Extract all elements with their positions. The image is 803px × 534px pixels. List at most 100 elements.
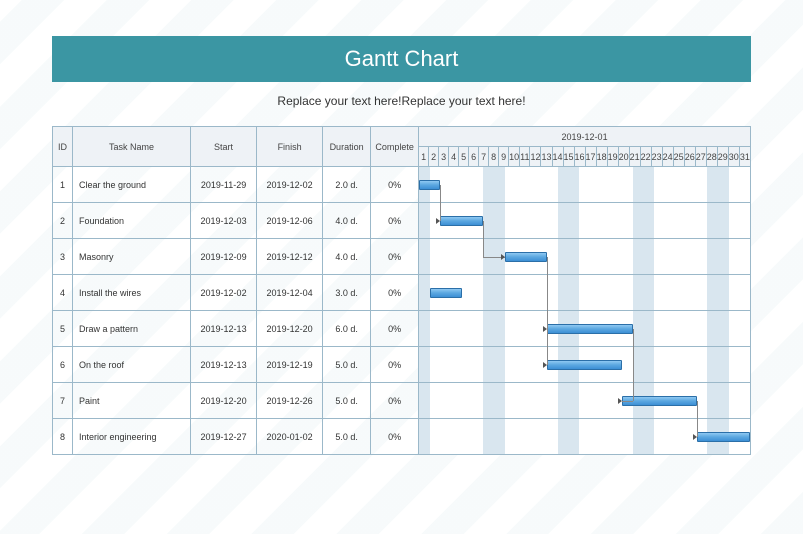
weekend-shade	[483, 383, 494, 418]
weekend-shade	[558, 203, 569, 238]
cell-start: 2019-12-27	[191, 419, 257, 455]
weekend-shade	[633, 419, 644, 454]
dependency-line	[697, 401, 698, 437]
dependency-arrow-icon	[543, 362, 547, 368]
table-row: 5Draw a pattern2019-12-132019-12-206.0 d…	[53, 311, 751, 347]
weekend-shade	[494, 275, 505, 310]
gantt-bar[interactable]	[440, 216, 483, 226]
timeline-cell	[419, 203, 751, 239]
timeline-cell	[419, 383, 751, 419]
day-header: 6	[469, 147, 479, 167]
day-header: 1	[419, 147, 429, 167]
weekend-shade	[633, 203, 644, 238]
cell-complete: 0%	[371, 419, 419, 455]
cell-complete: 0%	[371, 383, 419, 419]
dependency-line	[440, 185, 441, 221]
day-header: 3	[439, 147, 449, 167]
weekend-shade	[718, 239, 729, 274]
cell-start: 2019-11-29	[191, 167, 257, 203]
weekend-shade	[419, 239, 430, 274]
cell-finish: 2019-12-06	[257, 203, 323, 239]
weekend-shade	[643, 239, 654, 274]
cell-id: 5	[53, 311, 73, 347]
weekend-shade	[558, 419, 569, 454]
weekend-shade	[643, 347, 654, 382]
col-header-start: Start	[191, 127, 257, 167]
weekend-shade	[419, 275, 430, 310]
col-header-complete: Complete	[371, 127, 419, 167]
timeline-inner	[419, 203, 750, 238]
weekend-shade	[483, 347, 494, 382]
timeline-inner	[419, 167, 750, 202]
day-header: 20	[618, 147, 629, 167]
dependency-arrow-icon	[436, 218, 440, 224]
day-header: 27	[695, 147, 706, 167]
day-header: 17	[585, 147, 596, 167]
day-header: 29	[717, 147, 728, 167]
cell-duration: 5.0 d.	[323, 347, 371, 383]
weekend-shade	[643, 311, 654, 346]
day-header: 10	[509, 147, 520, 167]
day-header: 14	[552, 147, 563, 167]
weekend-shade	[643, 167, 654, 202]
day-header: 26	[684, 147, 695, 167]
day-header: 21	[629, 147, 640, 167]
weekend-shade	[643, 275, 654, 310]
gantt-bar[interactable]	[547, 324, 632, 334]
day-header: 19	[607, 147, 618, 167]
weekend-shade	[569, 275, 580, 310]
cell-id: 7	[53, 383, 73, 419]
cell-task-name: Paint	[73, 383, 191, 419]
gantt-bar[interactable]	[697, 432, 750, 442]
cell-start: 2019-12-03	[191, 203, 257, 239]
gantt-bar[interactable]	[547, 360, 622, 370]
cell-task-name: Foundation	[73, 203, 191, 239]
day-header: 13	[541, 147, 552, 167]
cell-id: 1	[53, 167, 73, 203]
day-header: 30	[728, 147, 739, 167]
weekend-shade	[494, 419, 505, 454]
cell-start: 2019-12-13	[191, 347, 257, 383]
weekend-shade	[569, 203, 580, 238]
col-header-finish: Finish	[257, 127, 323, 167]
day-header: 9	[499, 147, 509, 167]
gantt-bar[interactable]	[419, 180, 440, 190]
page-subtitle: Replace your text here!Replace your text…	[52, 94, 751, 108]
cell-start: 2019-12-09	[191, 239, 257, 275]
cell-task-name: Clear the ground	[73, 167, 191, 203]
timeline-inner	[419, 419, 750, 454]
table-header-row-1: ID Task Name Start Finish Duration Compl…	[53, 127, 751, 147]
weekend-shade	[707, 311, 718, 346]
weekend-shade	[643, 203, 654, 238]
dependency-arrow-icon	[693, 434, 697, 440]
cell-task-name: Masonry	[73, 239, 191, 275]
table-row: 4Install the wires2019-12-022019-12-043.…	[53, 275, 751, 311]
weekend-shade	[569, 383, 580, 418]
gantt-bar[interactable]	[430, 288, 462, 298]
cell-start: 2019-12-20	[191, 383, 257, 419]
weekend-shade	[643, 419, 654, 454]
weekend-shade	[633, 311, 644, 346]
day-header: 7	[479, 147, 489, 167]
weekend-shade	[569, 239, 580, 274]
page-title: Gantt Chart	[52, 36, 751, 82]
day-header: 18	[596, 147, 607, 167]
table-row: 8Interior engineering2019-12-272020-01-0…	[53, 419, 751, 455]
day-header: 8	[489, 147, 499, 167]
weekend-shade	[718, 347, 729, 382]
timeline-header: 2019-12-01	[419, 127, 751, 147]
cell-task-name: Install the wires	[73, 275, 191, 311]
day-header: 24	[662, 147, 673, 167]
timeline-cell	[419, 347, 751, 383]
cell-finish: 2019-12-04	[257, 275, 323, 311]
timeline-cell	[419, 419, 751, 455]
cell-finish: 2019-12-26	[257, 383, 323, 419]
weekend-shade	[483, 275, 494, 310]
col-header-id: ID	[53, 127, 73, 167]
cell-duration: 4.0 d.	[323, 203, 371, 239]
cell-duration: 4.0 d.	[323, 239, 371, 275]
gantt-bar[interactable]	[505, 252, 548, 262]
day-header: 16	[574, 147, 585, 167]
weekend-shade	[419, 383, 430, 418]
weekend-shade	[633, 167, 644, 202]
